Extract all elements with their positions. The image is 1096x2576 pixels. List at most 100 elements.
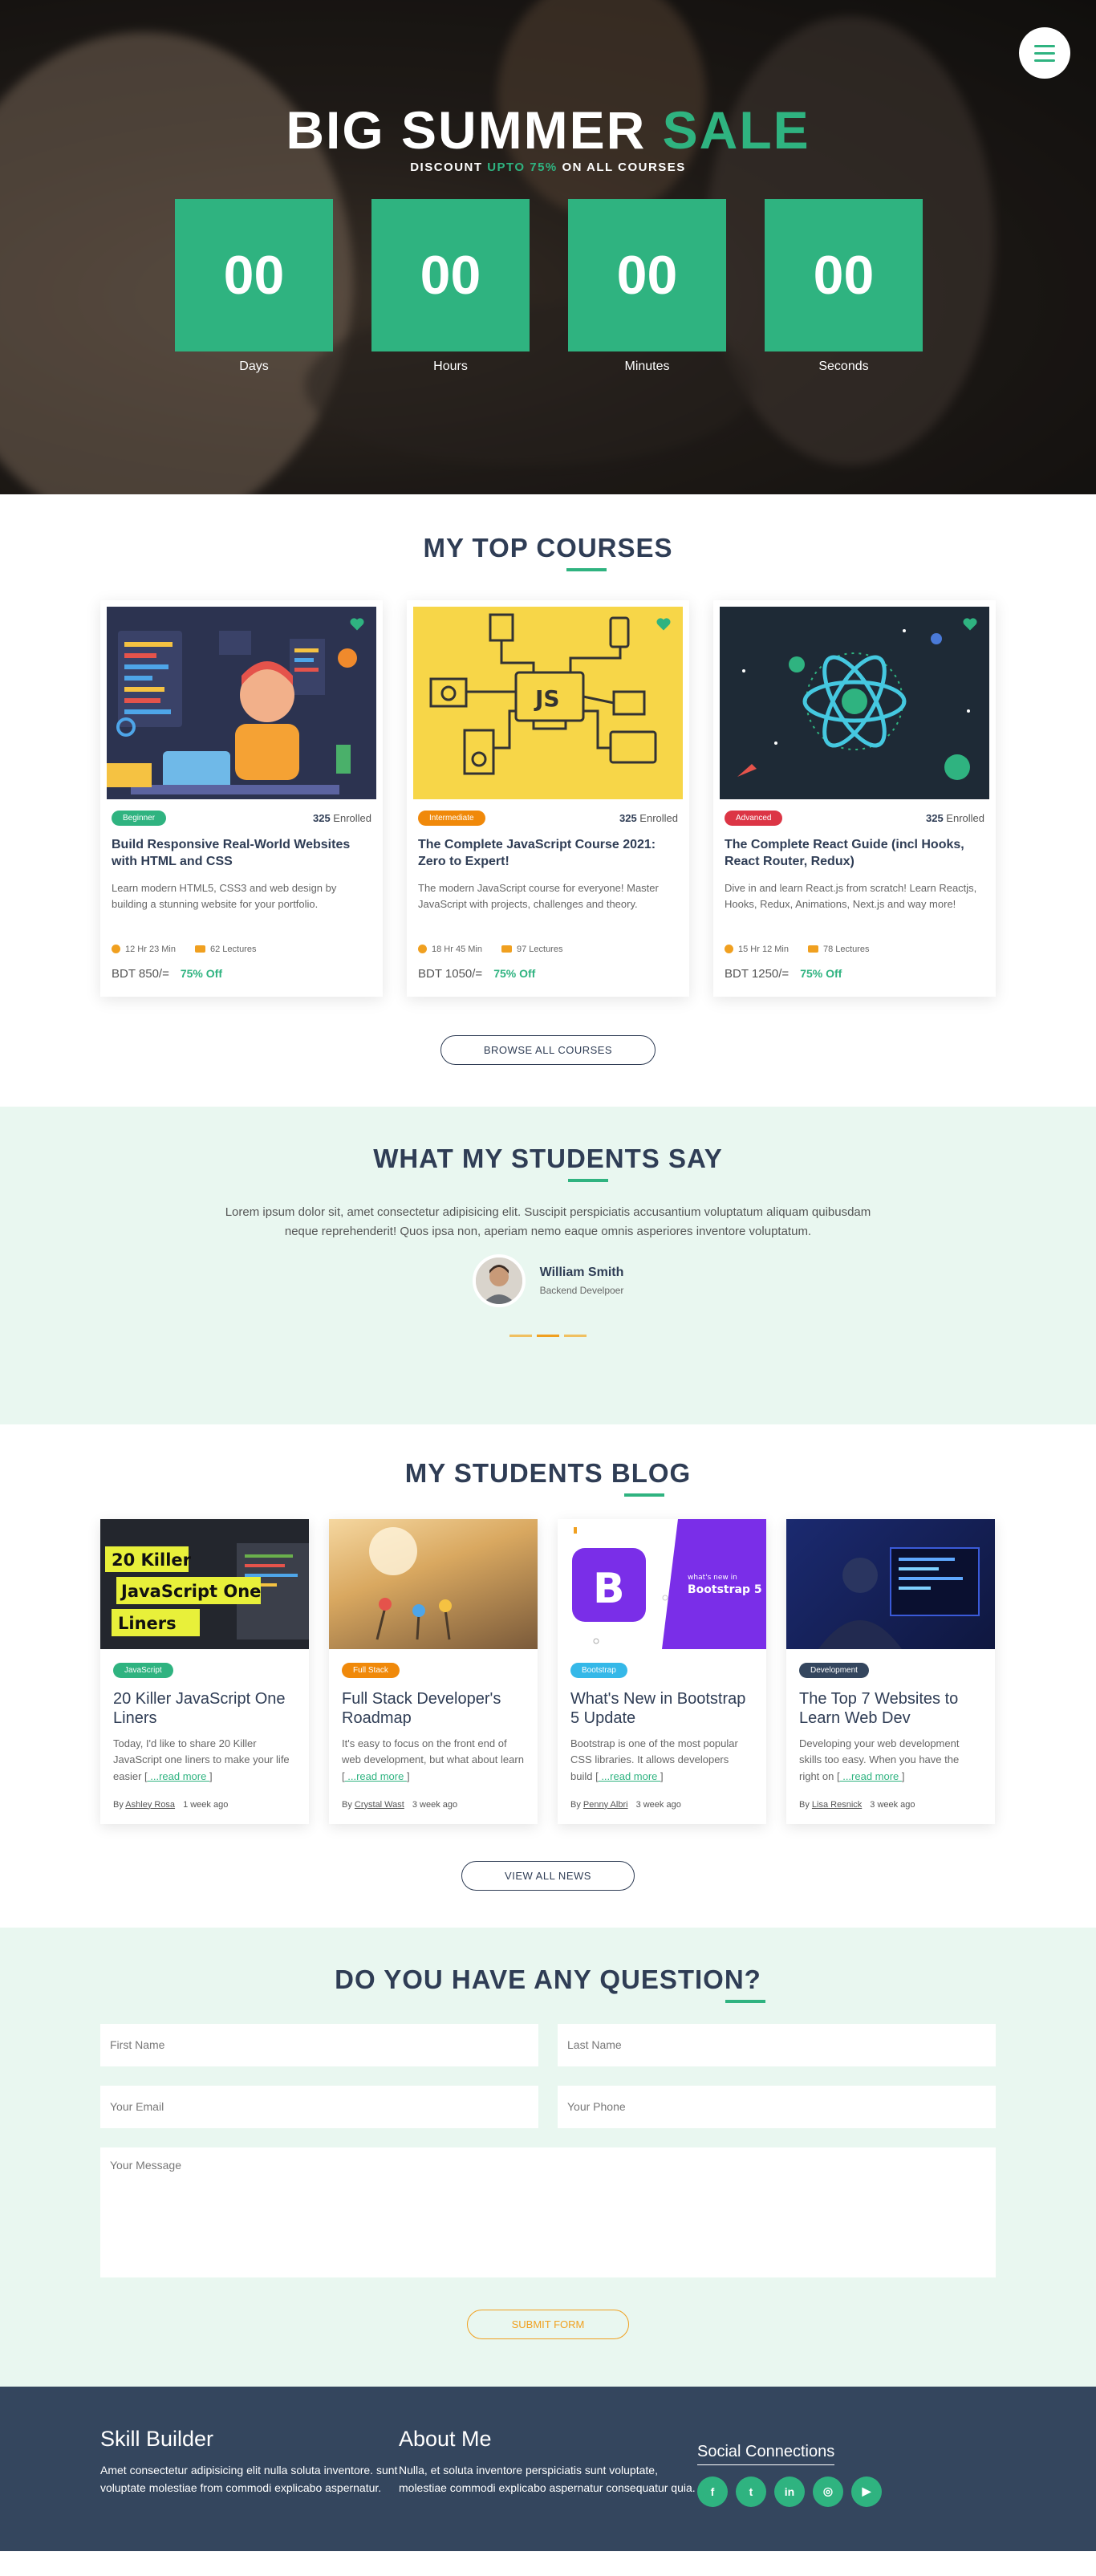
enrolled-count: 325 Enrolled	[619, 812, 678, 824]
roadmap-thumbnail	[369, 1526, 452, 1639]
footer-social-title: Social Connections	[697, 2443, 835, 2465]
section-title: DO YOU HAVE ANY QUESTION?	[335, 1964, 761, 1994]
enrolled-count: 325 Enrolled	[313, 812, 371, 824]
youtube-icon[interactable]: ▶	[851, 2476, 882, 2507]
heart-icon[interactable]	[349, 616, 365, 632]
courses-section: MY TOP COURSES Beginner 325 Enrolled Bui…	[0, 494, 1096, 1107]
blog-tag[interactable]: Development	[799, 1662, 869, 1678]
course-image-html-css	[107, 607, 376, 799]
thumbnail-caption: 20 Killer	[112, 1550, 192, 1570]
view-all-news-button[interactable]: VIEW ALL NEWS	[461, 1860, 635, 1891]
javascript-illustration: JS	[429, 613, 657, 775]
blog-meta: By Penny Albri 3 week ago	[570, 1799, 681, 1810]
author-link[interactable]: Ashley Rosa	[125, 1800, 175, 1810]
course-description: The modern JavaScript course for everyon…	[418, 881, 659, 911]
enrolled-number: 325	[619, 812, 637, 824]
blog-title[interactable]: 20 Killer JavaScript One Liners	[113, 1689, 296, 1728]
instagram-icon[interactable]: ◎	[813, 2476, 843, 2507]
blog-card[interactable]: Development The Top 7 Websites to Learn …	[786, 1518, 995, 1824]
course-card[interactable]: Advanced 325 Enrolled The Complete React…	[713, 600, 996, 997]
blog-tag[interactable]: Bootstrap	[570, 1662, 627, 1678]
post-time: 3 week ago	[412, 1799, 458, 1810]
author-link[interactable]: Crystal Wast	[355, 1800, 404, 1810]
first-name-field[interactable]: First Name	[100, 2023, 538, 2066]
phone-field[interactable]: Your Phone	[558, 2085, 996, 2128]
testimonial-quote: Lorem ipsum dolor sit, amet consectetur …	[225, 1205, 871, 1238]
post-time: 1 week ago	[183, 1799, 229, 1810]
read-more-link[interactable]: ...read more	[148, 1770, 209, 1782]
course-card[interactable]: Beginner 325 Enrolled Build Responsive R…	[100, 600, 383, 997]
message-field[interactable]: Your Message	[100, 2147, 996, 2277]
author-link[interactable]: Penny Albri	[583, 1800, 628, 1810]
course-card[interactable]: JS Intermediate 325 Enrolled The Complet…	[407, 600, 689, 997]
section-title: WHAT MY STUDENTS SAY	[373, 1143, 723, 1173]
read-more-link[interactable]: ...read more	[599, 1770, 660, 1782]
blog-image-bootstrap: B what's new in Bootstrap 5	[558, 1518, 766, 1649]
duration-text: 18 Hr 45 Min	[432, 944, 482, 954]
course-title[interactable]: The Complete JavaScript Course 2021: Zer…	[418, 837, 678, 871]
hero-title-main: BIG SUMMER	[286, 100, 663, 160]
lectures-text: 62 Lectures	[209, 944, 257, 954]
author-role: Backend Develpoer	[539, 1284, 624, 1296]
blog-excerpt: Today, I'd like to share 20 Killer JavaS…	[113, 1737, 290, 1783]
heart-icon[interactable]	[962, 616, 978, 632]
footer-brand-column: Skill Builder Amet consectetur adipisici…	[100, 2427, 399, 2507]
course-image-javascript: JS	[413, 607, 683, 799]
read-more-link[interactable]: ...read more	[345, 1770, 407, 1782]
testimonials-section: WHAT MY STUDENTS SAY Lorem ipsum dolor s…	[0, 1106, 1096, 1424]
title-underline	[725, 1999, 765, 2003]
last-name-field[interactable]: Last Name	[558, 2023, 996, 2066]
hero-subtitle: DISCOUNT UPTO 75% ON ALL COURSES	[0, 160, 1096, 174]
twitter-icon[interactable]: t	[736, 2476, 766, 2507]
heart-icon[interactable]	[656, 616, 672, 632]
blog-image-javascript: 20 Killer JavaScript One Liners	[100, 1518, 309, 1649]
countdown-days: 00 Days	[175, 199, 333, 374]
duration-text: 15 Hr 12 Min	[738, 944, 789, 954]
section-title: MY STUDENTS BLOG	[404, 1457, 692, 1488]
blog-grid: 20 Killer JavaScript One Liners JavaScri…	[100, 1518, 996, 1824]
countdown-label: Hours	[433, 360, 468, 373]
blog-title[interactable]: Full Stack Developer's Roadmap	[342, 1689, 525, 1728]
course-lectures: 78 Lectures	[807, 944, 870, 954]
author-link[interactable]: Lisa Resnick	[812, 1800, 862, 1810]
countdown-value: 00	[371, 199, 530, 351]
author-name: William Smith	[539, 1265, 624, 1279]
facebook-icon[interactable]: f	[697, 2476, 728, 2507]
blog-section: MY STUDENTS BLOG 20 Killer JavaScript On…	[0, 1424, 1096, 1928]
hero-banner: BIG SUMMER SALE DISCOUNT UPTO 75% ON ALL…	[0, 0, 1096, 494]
svg-text:JS: JS	[534, 685, 560, 712]
carousel-dot[interactable]	[509, 1334, 532, 1337]
lectures-text: 78 Lectures	[822, 944, 870, 954]
countdown-hours: 00 Hours	[371, 199, 530, 374]
blog-excerpt: Developing your web development skills t…	[799, 1737, 960, 1783]
blog-card[interactable]: B what's new in Bootstrap 5 Bootstrap Wh…	[558, 1518, 766, 1824]
title-underline	[566, 568, 607, 571]
carousel-dots	[0, 1334, 1096, 1337]
blog-tag[interactable]: JavaScript	[113, 1662, 173, 1678]
hero-sub-accent: UPTO 75%	[487, 160, 558, 174]
course-lectures: 97 Lectures	[501, 945, 562, 954]
email-field[interactable]: Your Email	[100, 2085, 538, 2128]
blog-card[interactable]: Full Stack Full Stack Developer's Roadma…	[329, 1518, 538, 1824]
blog-image-fullstack	[329, 1518, 538, 1649]
browse-courses-button[interactable]: BROWSE ALL COURSES	[440, 1034, 656, 1065]
carousel-dot[interactable]	[564, 1334, 587, 1337]
blog-title[interactable]: The Top 7 Websites to Learn Web Dev	[799, 1689, 982, 1728]
course-price: BDT 1250/=	[725, 966, 790, 981]
menu-button[interactable]	[1019, 27, 1070, 79]
footer-social-column: Social Connections f t in ◎ ▶	[697, 2427, 996, 2507]
linkedin-icon[interactable]: in	[774, 2476, 805, 2507]
course-title[interactable]: Build Responsive Real-World Websites wit…	[112, 837, 371, 871]
course-title[interactable]: The Complete React Guide (incl Hooks, Re…	[725, 837, 984, 871]
person-avatar-image	[475, 1257, 522, 1304]
submit-form-button[interactable]: SUBMIT FORM	[467, 2309, 629, 2339]
enrolled-label: Enrolled	[943, 812, 984, 824]
course-duration: 12 Hr 23 Min	[112, 945, 176, 954]
read-more-link[interactable]: ...read more	[840, 1770, 902, 1782]
carousel-dot-active[interactable]	[537, 1334, 559, 1337]
blog-excerpt: Bootstrap is one of the most popular CSS…	[570, 1737, 738, 1783]
blog-tag[interactable]: Full Stack	[342, 1662, 400, 1678]
blog-card[interactable]: 20 Killer JavaScript One Liners JavaScri…	[100, 1518, 309, 1824]
level-badge: Intermediate	[418, 811, 485, 826]
blog-title[interactable]: What's New in Bootstrap 5 Update	[570, 1689, 753, 1728]
